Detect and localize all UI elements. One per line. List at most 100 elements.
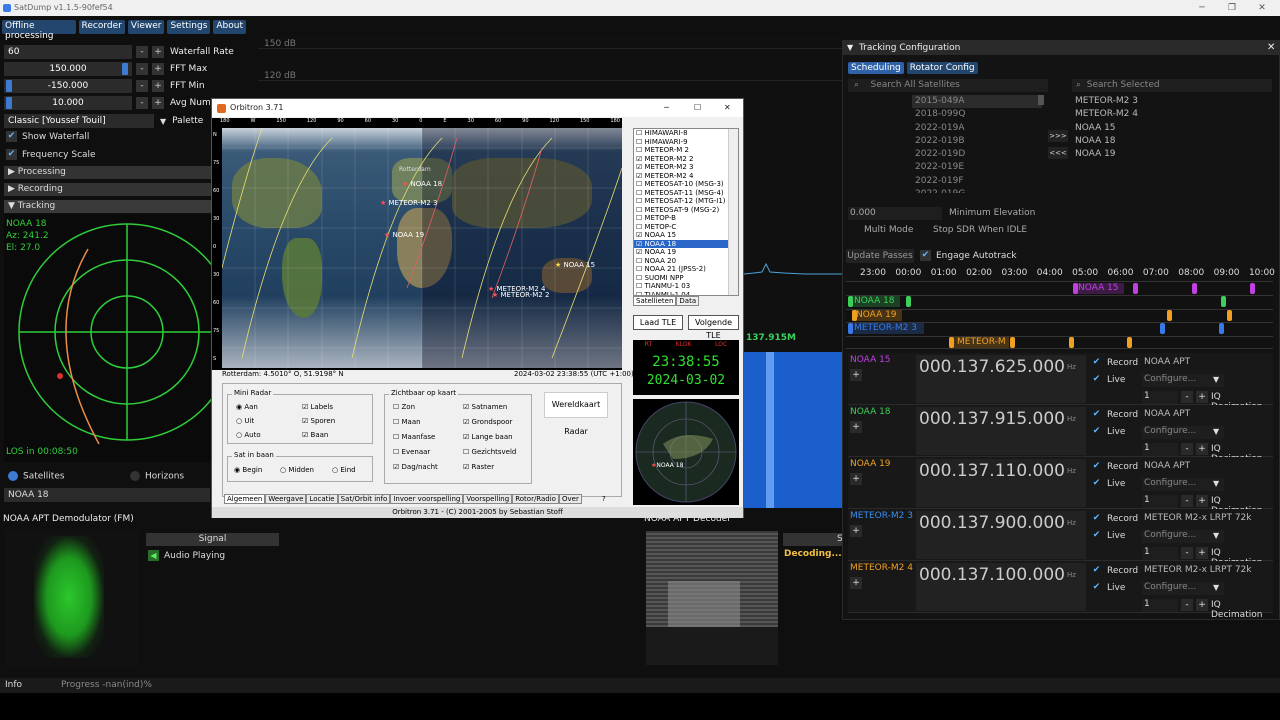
- radio-aan[interactable]: ◉ Aan: [236, 403, 258, 411]
- remove-satellite-button[interactable]: <<<: [1048, 147, 1068, 159]
- radio-begin[interactable]: ◉ Begin: [234, 466, 262, 474]
- world-map[interactable]: 180 W 150 120 90 60 30 0 E 30 60 90 120 150 180 N 75 60 3…: [212, 118, 622, 370]
- sat-row-add-button[interactable]: +: [850, 577, 862, 589]
- satellite-list-item[interactable]: ☐ METEOSAT-9 (MSG-2): [634, 206, 738, 215]
- frequency-display[interactable]: 000.137.110.000 Hz: [916, 459, 1086, 507]
- iq-minus-button[interactable]: -: [1181, 391, 1193, 403]
- clock-rt-label[interactable]: RT: [645, 341, 652, 349]
- orbitron-tab[interactable]: Over: [558, 494, 582, 504]
- fft-min-slider[interactable]: -150.000: [4, 79, 132, 93]
- list-checkbox[interactable]: ☐: [636, 282, 645, 290]
- tracking-section-header[interactable]: ▼ Tracking: [4, 200, 244, 213]
- list-checkbox[interactable]: ☐: [636, 206, 645, 214]
- radio-midden[interactable]: ○ Midden: [280, 466, 314, 474]
- configure-dropdown[interactable]: Configure...: [1142, 530, 1224, 543]
- selected-satellites-item[interactable]: METEOR-M2 3: [1075, 95, 1205, 108]
- iq-plus-button[interactable]: +: [1196, 547, 1208, 559]
- all-list-scrollbar[interactable]: [1038, 95, 1044, 105]
- record-checkbox[interactable]: ✔ Record: [1091, 513, 1138, 524]
- iq-plus-button[interactable]: +: [1196, 599, 1208, 611]
- all-satellites-item[interactable]: 2022-019B: [912, 135, 1042, 148]
- satellite-list-item[interactable]: ☑ NOAA 19: [634, 248, 738, 257]
- satellite-list-item[interactable]: ☐ NOAA 20: [634, 257, 738, 266]
- orbitron-tab[interactable]: Rotor/Radio: [512, 494, 559, 504]
- iq-minus-button[interactable]: -: [1181, 599, 1193, 611]
- restore-icon[interactable]: ❐: [1218, 0, 1246, 16]
- waterfall-rate-input[interactable]: 60: [4, 45, 132, 59]
- list-checkbox[interactable]: ☑: [636, 248, 645, 256]
- orbitron-tab[interactable]: Sat/Orbit info: [337, 494, 391, 504]
- iq-decimation-input[interactable]: 1: [1142, 391, 1178, 404]
- pass-marker[interactable]: [1127, 337, 1132, 348]
- pass-marker[interactable]: [848, 323, 853, 334]
- record-checkbox[interactable]: ✔ Record: [1091, 409, 1138, 420]
- live-checkbox[interactable]: ✔ Live: [1091, 374, 1126, 385]
- pass-marker[interactable]: [1133, 283, 1138, 294]
- satellite-list-item[interactable]: ☑ METEOR-M2 4: [634, 172, 738, 181]
- zichtbaar-checkbox[interactable]: ☐ Maan: [393, 418, 421, 426]
- sat-row-add-button[interactable]: +: [850, 525, 862, 537]
- menu-about[interactable]: About: [213, 20, 246, 34]
- list-checkbox[interactable]: ☐: [636, 214, 645, 222]
- configure-dropdown[interactable]: Configure...: [1142, 582, 1224, 595]
- frequency-display[interactable]: 000.137.915.000 Hz: [916, 407, 1086, 455]
- selected-satellites-item[interactable]: METEOR-M2 4: [1075, 108, 1205, 121]
- show-waterfall-checkbox[interactable]: ✔ Show Waterfall: [6, 131, 89, 142]
- fft-max-minus-button[interactable]: -: [136, 63, 148, 75]
- orbitron-tab[interactable]: Weergave: [265, 494, 307, 504]
- radio-uit[interactable]: ○ Uit: [236, 417, 254, 425]
- stop-sdr-checkbox[interactable]: Stop SDR When IDLE: [933, 225, 1027, 235]
- map-sat-noaa15[interactable]: ★ NOAA 15: [555, 261, 595, 269]
- configure-dropdown[interactable]: Configure...: [1142, 374, 1224, 387]
- pass-marker[interactable]: [848, 296, 853, 307]
- record-checkbox[interactable]: ✔ Record: [1091, 357, 1138, 368]
- tab-rotator-config[interactable]: Rotator Config: [906, 62, 978, 74]
- clock-klok-label[interactable]: KLOK: [676, 341, 692, 349]
- sat-row-add-button[interactable]: +: [850, 421, 862, 433]
- satellite-list-item[interactable]: ☐ METEOSAT-11 (MSG-4): [634, 189, 738, 198]
- list-checkbox[interactable]: ☑: [636, 231, 645, 239]
- satellite-list-item[interactable]: ☐ METOP-C: [634, 223, 738, 232]
- satellite-list-item[interactable]: ☐ METEOR-M 2: [634, 146, 738, 155]
- selected-satellites-item[interactable]: NOAA 15: [1075, 122, 1205, 135]
- menu-settings[interactable]: Settings: [167, 20, 211, 34]
- zichtbaar-checkbox[interactable]: ☐ Zon: [393, 403, 415, 411]
- pass-marker[interactable]: [1073, 283, 1078, 294]
- iq-plus-button[interactable]: +: [1196, 443, 1208, 455]
- all-satellites-item[interactable]: 2022-019D: [912, 148, 1042, 161]
- map-sat-noaa19[interactable]: ★ NOAA 19: [384, 231, 424, 239]
- record-checkbox[interactable]: ✔ Record: [1091, 461, 1138, 472]
- avg-minus-button[interactable]: -: [136, 97, 148, 109]
- tab-satellieten[interactable]: Satellieten: [633, 296, 677, 306]
- satellite-list-item[interactable]: ☐ TIANMU-1 03: [634, 282, 738, 291]
- pass-marker[interactable]: [1250, 283, 1255, 294]
- orbitron-tab[interactable]: Locatie: [306, 494, 338, 504]
- satellite-list-item[interactable]: ☐ METEOSAT-12 (MTG-I1): [634, 197, 738, 206]
- radio-eind[interactable]: ○ Eind: [332, 466, 356, 474]
- pass-marker[interactable]: [1221, 296, 1226, 307]
- zichtbaar-checkbox[interactable]: ☑ Dag/nacht: [393, 463, 438, 471]
- zichtbaar-checkbox[interactable]: ☐ Evenaar: [393, 448, 430, 456]
- chevron-down-icon[interactable]: ▼: [1213, 531, 1219, 540]
- satellite-list-item[interactable]: ☑ NOAA 18: [634, 239, 738, 248]
- collapse-icon[interactable]: ▼: [847, 41, 853, 55]
- satellite-list-item[interactable]: ☐ HIMAWARI-8: [634, 129, 738, 138]
- zichtbaar-checkbox[interactable]: ☑ Lange baan: [463, 433, 513, 441]
- orbitron-close-icon[interactable]: ✕: [724, 99, 731, 117]
- iq-decimation-input[interactable]: 1: [1142, 443, 1178, 456]
- pass-marker[interactable]: [1160, 323, 1165, 334]
- fft-max-slider[interactable]: 150.000: [4, 62, 132, 76]
- zichtbaar-checkbox[interactable]: ☑ Grondspoor: [463, 418, 512, 426]
- list-checkbox[interactable]: ☐: [636, 129, 645, 137]
- live-checkbox[interactable]: ✔ Live: [1091, 426, 1126, 437]
- close-icon[interactable]: ✕: [1248, 0, 1276, 16]
- check-sporen[interactable]: ☑ Sporen: [302, 417, 335, 425]
- orbitron-maximize-icon[interactable]: ☐: [694, 99, 701, 117]
- all-satellites-list[interactable]: 2015-049A 2018-099Q 2022-019A 2022-019B 2022…: [912, 95, 1042, 193]
- all-satellites-item[interactable]: 2015-049A: [912, 95, 1042, 109]
- selected-satellites-list[interactable]: METEOR-M2 3 METEOR-M2 4 NOAA 15 NOAA 18 NOAA…: [1075, 95, 1205, 165]
- zichtbaar-checkbox[interactable]: ☑ Satnamen: [463, 403, 507, 411]
- tab-data[interactable]: Data: [676, 296, 700, 306]
- list-checkbox[interactable]: ☐: [636, 223, 645, 231]
- check-labels[interactable]: ☑ Labels: [302, 403, 333, 411]
